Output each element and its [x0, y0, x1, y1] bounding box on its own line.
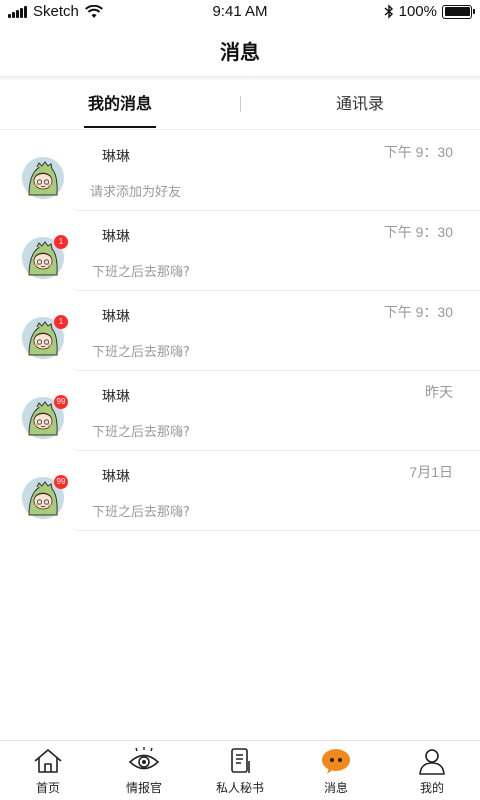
- nav-me[interactable]: 我的: [384, 741, 480, 800]
- avatar[interactable]: 1: [22, 235, 68, 279]
- tab-my-messages[interactable]: 我的消息: [0, 80, 240, 130]
- nav-intel[interactable]: 情报官: [96, 741, 192, 800]
- status-bar: Sketch 9:41 AM 100%: [0, 0, 480, 26]
- nav-label: 消息: [323, 781, 348, 795]
- nav-home[interactable]: 首页: [0, 741, 96, 800]
- bottom-tab-bar: 首页 情报官 私人秘书 消息 我的: [0, 740, 480, 800]
- message-list: 琳琳 下午 9：30 请求添加为好友 1 琳琳 下午 9：30 下班之后去那嗨?…: [0, 131, 480, 531]
- unread-badge: 99: [54, 475, 68, 489]
- avatar[interactable]: 1: [22, 315, 68, 359]
- bluetooth-icon: [384, 4, 393, 19]
- tab-label: 我的消息: [87, 94, 152, 113]
- chat-bubble-icon: [322, 749, 350, 774]
- message-preview: 下班之后去那嗨?: [92, 345, 190, 360]
- tab-active-indicator: [84, 126, 156, 128]
- message-row[interactable]: 1 琳琳 下午 9：30 下班之后去那嗨?: [0, 211, 480, 291]
- message-row[interactable]: 99 琳琳 7月1日 下班之后去那嗨?: [0, 451, 480, 531]
- nav-label: 首页: [35, 781, 60, 795]
- unread-badge: 1: [54, 315, 68, 329]
- contact-name: 琳琳: [102, 229, 130, 245]
- tab-label: 通讯录: [335, 94, 384, 113]
- person-icon: [419, 749, 445, 775]
- contact-name: 琳琳: [102, 309, 130, 325]
- unread-badge: 99: [54, 395, 68, 409]
- nav-messages[interactable]: 消息: [288, 741, 384, 800]
- contact-name: 琳琳: [102, 469, 130, 485]
- battery-icon: [442, 4, 475, 19]
- avatar[interactable]: 99: [22, 395, 68, 439]
- message-time: 下午 9：30: [383, 224, 453, 240]
- avatar[interactable]: 99: [22, 475, 68, 519]
- tab-bar: 我的消息 通讯录: [0, 80, 480, 130]
- message-preview: 下班之后去那嗨?: [92, 505, 190, 520]
- contact-name: 琳琳: [102, 149, 130, 165]
- message-preview: 下班之后去那嗨?: [92, 265, 190, 280]
- message-time: 下午 9：30: [383, 304, 453, 320]
- message-time: 昨天: [425, 384, 453, 400]
- home-icon: [34, 749, 62, 773]
- message-row[interactable]: 99 琳琳 昨天 下班之后去那嗨?: [0, 371, 480, 451]
- tab-contacts[interactable]: 通讯录: [240, 80, 480, 130]
- message-row[interactable]: 1 琳琳 下午 9：30 下班之后去那嗨?: [0, 291, 480, 371]
- message-time: 下午 9：30: [383, 144, 453, 160]
- message-preview: 下班之后去那嗨?: [92, 425, 190, 440]
- eye-icon: [128, 747, 160, 770]
- message-row[interactable]: 琳琳 下午 9：30 请求添加为好友: [0, 131, 480, 211]
- page-title: 消息: [220, 40, 260, 64]
- nav-label: 我的: [419, 781, 444, 795]
- battery-percent: 100%: [398, 3, 437, 20]
- nav-label: 私人秘书: [215, 781, 264, 795]
- avatar[interactable]: [22, 157, 64, 199]
- nav-header: 消息: [0, 26, 480, 78]
- nav-label: 情报官: [125, 781, 162, 795]
- row-divider: [76, 530, 480, 531]
- message-preview: 请求添加为好友: [90, 185, 182, 200]
- notebook-icon: [231, 748, 250, 773]
- avatar-illustration: [22, 157, 64, 199]
- status-right: 100%: [384, 3, 475, 20]
- contact-name: 琳琳: [102, 389, 130, 405]
- nav-secretary[interactable]: 私人秘书: [192, 741, 288, 800]
- message-time: 7月1日: [409, 464, 453, 480]
- unread-badge: 1: [54, 235, 68, 249]
